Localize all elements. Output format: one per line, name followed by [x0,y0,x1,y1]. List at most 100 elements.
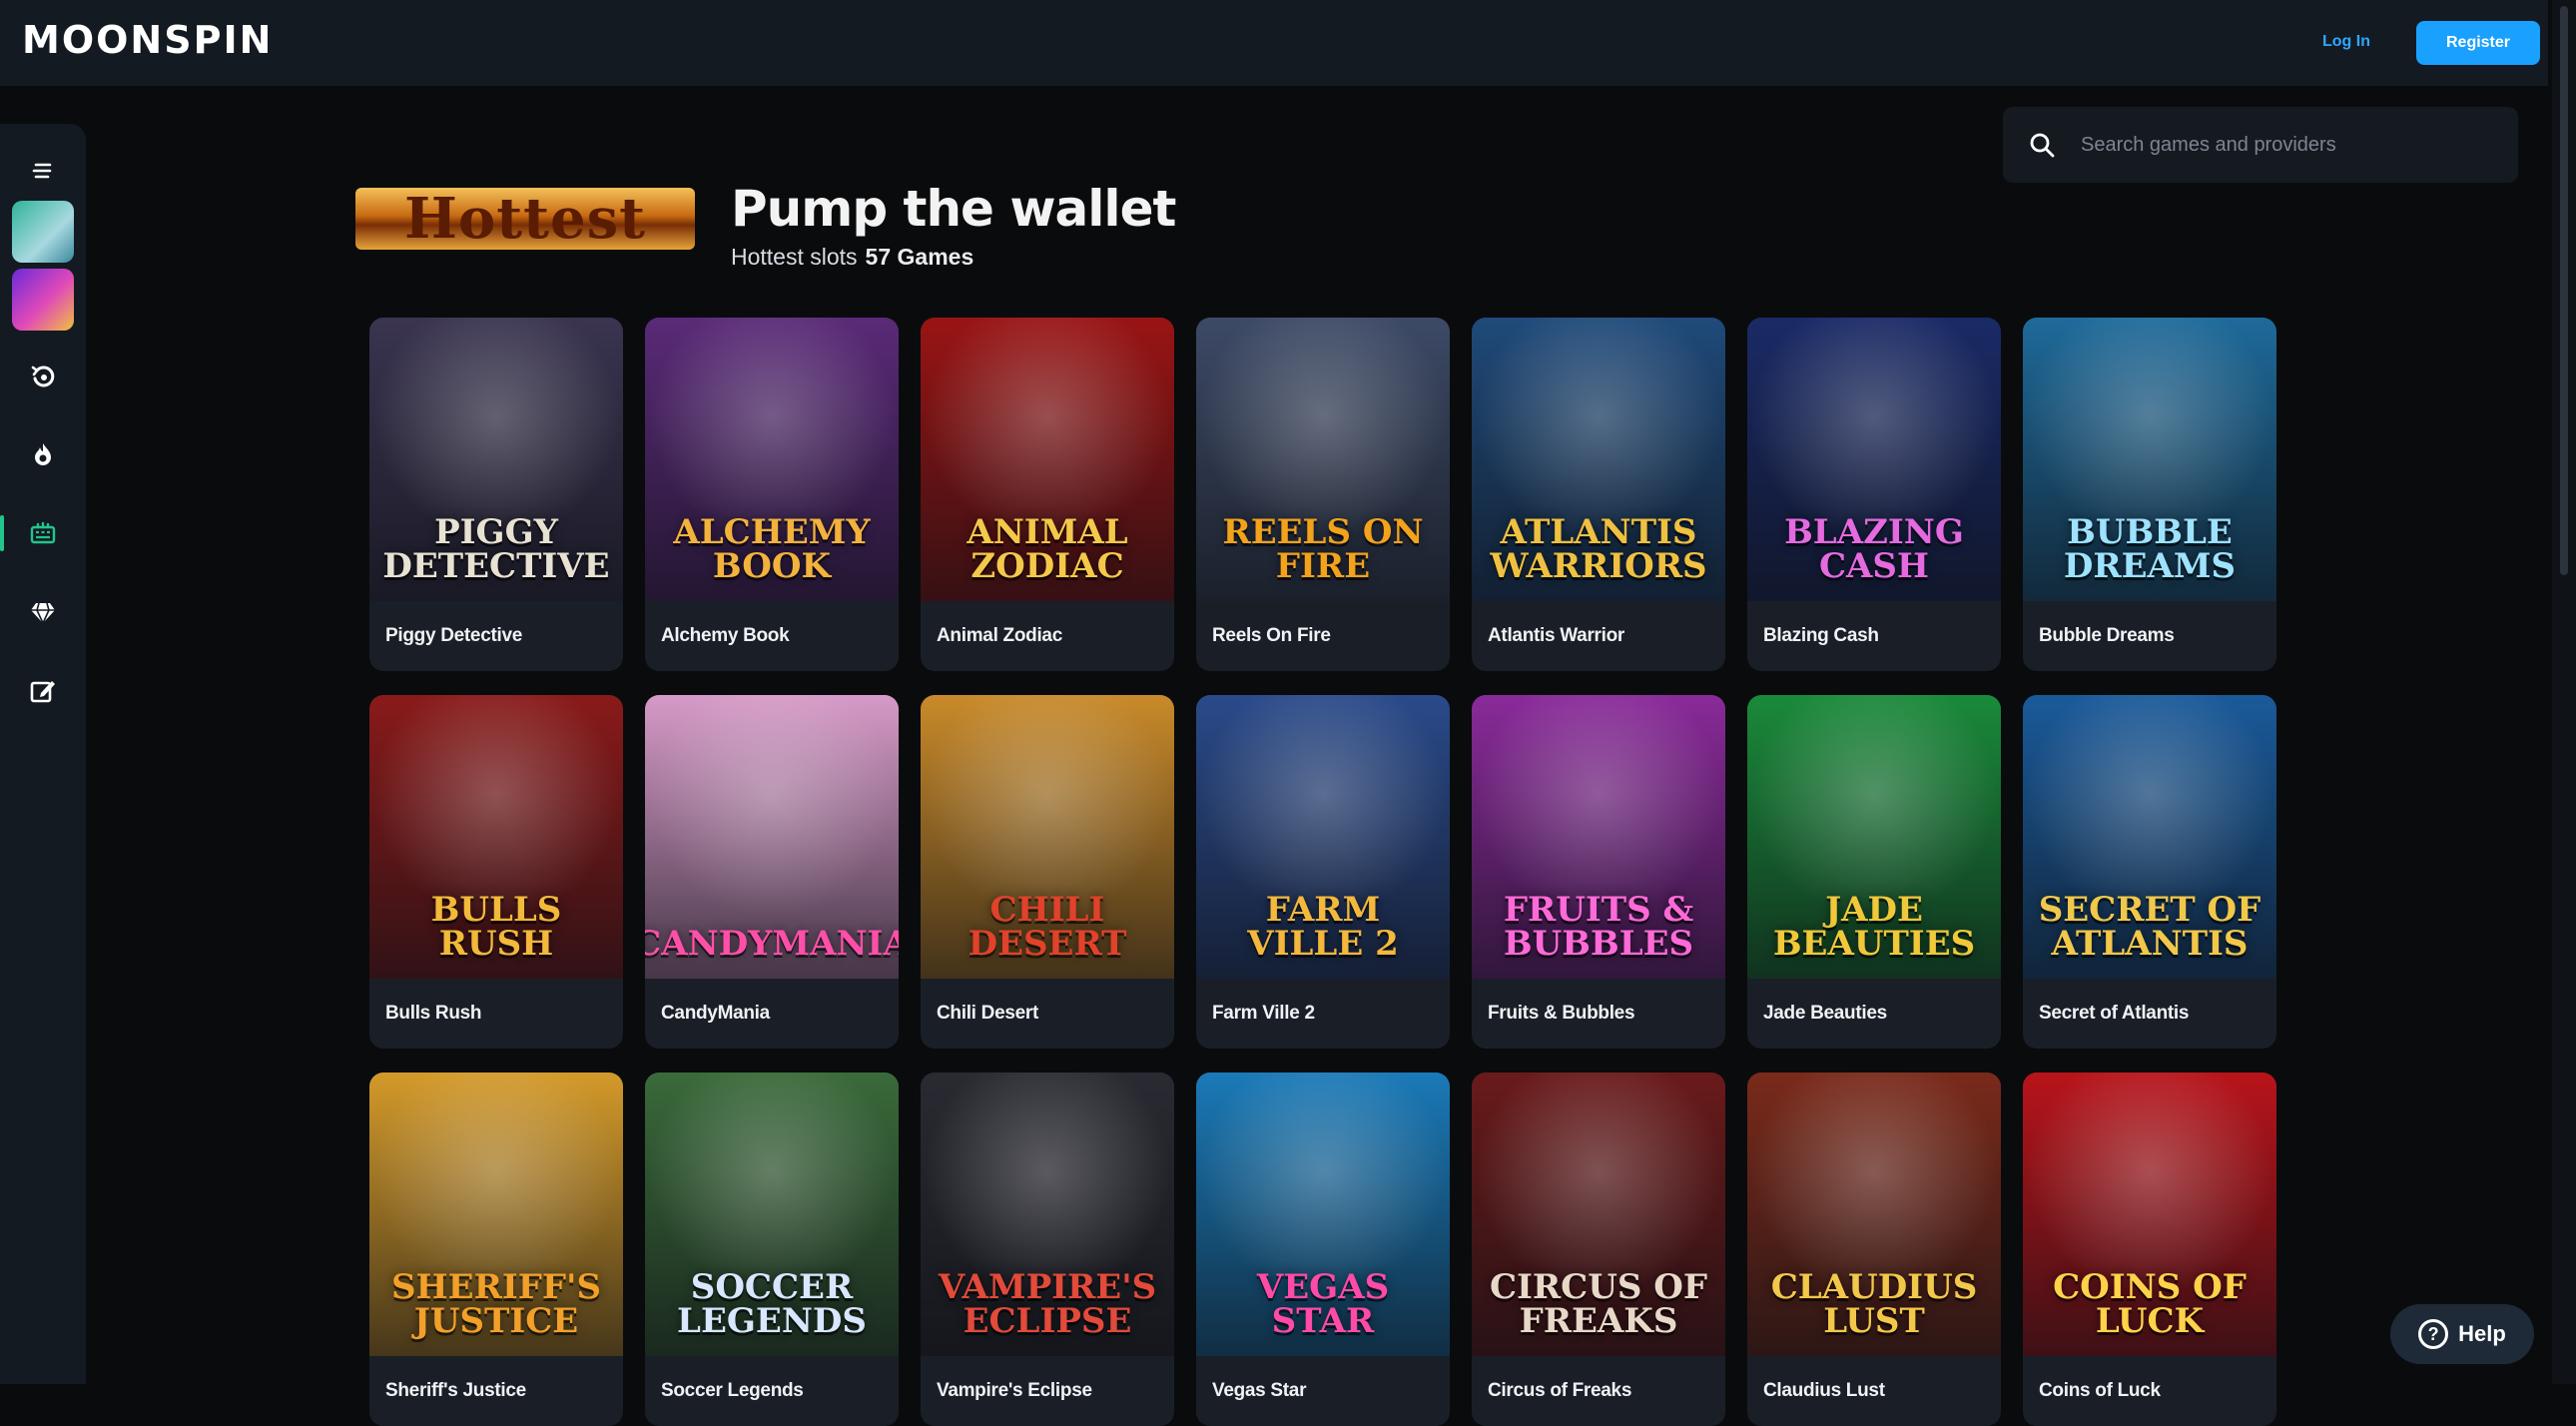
sidebar-recent-game-2[interactable] [10,267,76,333]
sidebar-recent-game-1[interactable] [10,199,76,265]
menu-icon [32,163,52,179]
question-icon: ? [2418,1319,2449,1349]
game-title: Atlantis Warrior [1488,625,1625,646]
game-card[interactable]: VEGAS STAR Vegas Star [1196,1072,1450,1426]
help-button[interactable]: ? Help [2390,1304,2534,1364]
game-card[interactable]: FARM VILLE 2 Farm Ville 2 [1196,695,1450,1049]
page-subtitle: Hottest slots 57 Games [731,244,973,271]
game-title: Piggy Detective [385,625,522,646]
game-thumbnail: FARM VILLE 2 [1196,695,1450,979]
game-thumbnail: CIRCUS OF FREAKS [1472,1072,1725,1356]
game-thumbnail: PIGGY DETECTIVE [369,318,623,601]
game-card[interactable]: ANIMAL ZODIAC Animal Zodiac [921,318,1174,671]
game-art-logo: BUBBLE DREAMS [2063,512,2237,586]
game-art-logo: CIRCUS OF FREAKS [1489,1267,1708,1341]
game-art-logo: VAMPIRE'S ECLIPSE [938,1267,1157,1341]
game-card[interactable]: ALCHEMY BOOK Alchemy Book [645,318,899,671]
game-thumbnail: CANDYMANIA [645,695,899,979]
game-thumbnail: JADE BEAUTIES [1747,695,2001,979]
game-card[interactable]: SECRET OF ATLANTIS Secret of Atlantis [2023,695,2276,1049]
game-thumbnail-icon [12,201,74,263]
game-count: 57 Games [865,244,974,270]
search-input[interactable] [2081,133,2500,157]
game-art-logo: JADE BEAUTIES [1772,890,1976,964]
game-title: Reels On Fire [1212,625,1331,646]
game-art-logo: ATLANTIS WARRIORS [1490,512,1707,586]
game-card[interactable]: BULLS RUSH Bulls Rush [369,695,623,1049]
game-title: Farm Ville 2 [1212,1003,1315,1024]
game-thumbnail: VAMPIRE'S ECLIPSE [921,1072,1174,1356]
game-art-logo: SHERIFF'S JUSTICE [391,1267,601,1341]
game-title: Sheriff's Justice [385,1380,526,1401]
game-card[interactable]: PIGGY DETECTIVE Piggy Detective [369,318,623,671]
game-card[interactable]: ATLANTIS WARRIORS Atlantis Warrior [1472,318,1725,671]
game-title: Soccer Legends [661,1380,804,1401]
game-title: Bubble Dreams [2039,625,2175,646]
game-title: Alchemy Book [661,625,790,646]
sidebar [0,124,86,1384]
game-card[interactable]: FRUITS & BUBBLES Fruits & Bubbles [1472,695,1725,1049]
game-title: Blazing Cash [1763,625,1879,646]
game-thumbnail: SECRET OF ATLANTIS [2023,695,2276,979]
sidebar-vip-button[interactable] [10,579,76,645]
diamond-icon [31,602,55,625]
sidebar-recent-button[interactable] [10,344,76,409]
game-art-logo: CLAUDIUS LUST [1770,1267,1978,1341]
sidebar-active-indicator [0,515,4,551]
game-card[interactable]: SHERIFF'S JUSTICE Sheriff's Justice [369,1072,623,1426]
game-thumbnail: SOCCER LEGENDS [645,1072,899,1356]
game-thumbnail: SHERIFF'S JUSTICE [369,1072,623,1356]
game-art-logo: CANDYMANIA [645,924,899,964]
game-title: Coins of Luck [2039,1380,2161,1401]
site-logo[interactable]: MOONSPIN [22,18,273,62]
game-thumbnail: COINS OF LUCK [2023,1072,2276,1356]
slot-machine-icon [30,521,56,544]
game-art-logo: ALCHEMY BOOK [673,512,871,586]
game-thumbnail: BULLS RUSH [369,695,623,979]
game-thumbnail: VEGAS STAR [1196,1072,1450,1356]
sidebar-hot-button[interactable] [10,421,76,487]
page-scrollbar-thumb[interactable] [2560,6,2568,575]
top-bar: MOONSPIN Log In Register [0,0,2548,86]
game-thumbnail: CHILI DESERT [921,695,1174,979]
game-title: Claudius Lust [1763,1380,1885,1401]
game-art-logo: BULLS RUSH [430,890,562,964]
game-card[interactable]: VAMPIRE'S ECLIPSE Vampire's Eclipse [921,1072,1174,1426]
game-thumbnail: CLAUDIUS LUST [1747,1072,2001,1356]
game-card[interactable]: CLAUDIUS LUST Claudius Lust [1747,1072,2001,1426]
game-thumbnail: FRUITS & BUBBLES [1472,695,1725,979]
game-title: Jade Beauties [1763,1003,1887,1024]
game-art-logo: VEGAS STAR [1256,1267,1390,1341]
sidebar-slots-button[interactable] [10,500,76,566]
game-card[interactable]: BLAZING CASH Blazing Cash [1747,318,2001,671]
game-title: Chili Desert [937,1003,1038,1024]
sidebar-blog-button[interactable] [10,657,76,723]
search-icon [2030,133,2055,158]
game-card[interactable]: CHILI DESERT Chili Desert [921,695,1174,1049]
search-bar [2003,107,2518,183]
register-button[interactable]: Register [2416,21,2540,65]
edit-icon [30,681,55,703]
game-title: Vegas Star [1212,1380,1307,1401]
game-art-logo: SECRET OF ATLANTIS [2038,890,2261,964]
game-card[interactable]: JADE BEAUTIES Jade Beauties [1747,695,2001,1049]
game-title: Circus of Freaks [1488,1380,1632,1401]
game-card[interactable]: CANDYMANIA CandyMania [645,695,899,1049]
game-thumbnail: REELS ON FIRE [1196,318,1450,601]
page-title: Pump the wallet [731,180,1176,238]
game-thumbnail: BLAZING CASH [1747,318,2001,601]
help-label: Help [2458,1321,2506,1346]
fire-icon [35,443,51,465]
game-art-logo: BLAZING CASH [1784,512,1964,586]
sidebar-menu-button[interactable] [10,138,76,204]
game-card[interactable]: COINS OF LUCK Coins of Luck [2023,1072,2276,1426]
game-card[interactable]: REELS ON FIRE Reels On Fire [1196,318,1450,671]
game-thumbnail: ANIMAL ZODIAC [921,318,1174,601]
game-card[interactable]: SOCCER LEGENDS Soccer Legends [645,1072,899,1426]
game-card[interactable]: CIRCUS OF FREAKS Circus of Freaks [1472,1072,1725,1426]
game-title: Vampire's Eclipse [937,1380,1092,1401]
game-art-logo: SOCCER LEGENDS [677,1267,867,1341]
login-button[interactable]: Log In [2296,22,2396,62]
game-thumbnail: ATLANTIS WARRIORS [1472,318,1725,601]
game-card[interactable]: BUBBLE DREAMS Bubble Dreams [2023,318,2276,671]
